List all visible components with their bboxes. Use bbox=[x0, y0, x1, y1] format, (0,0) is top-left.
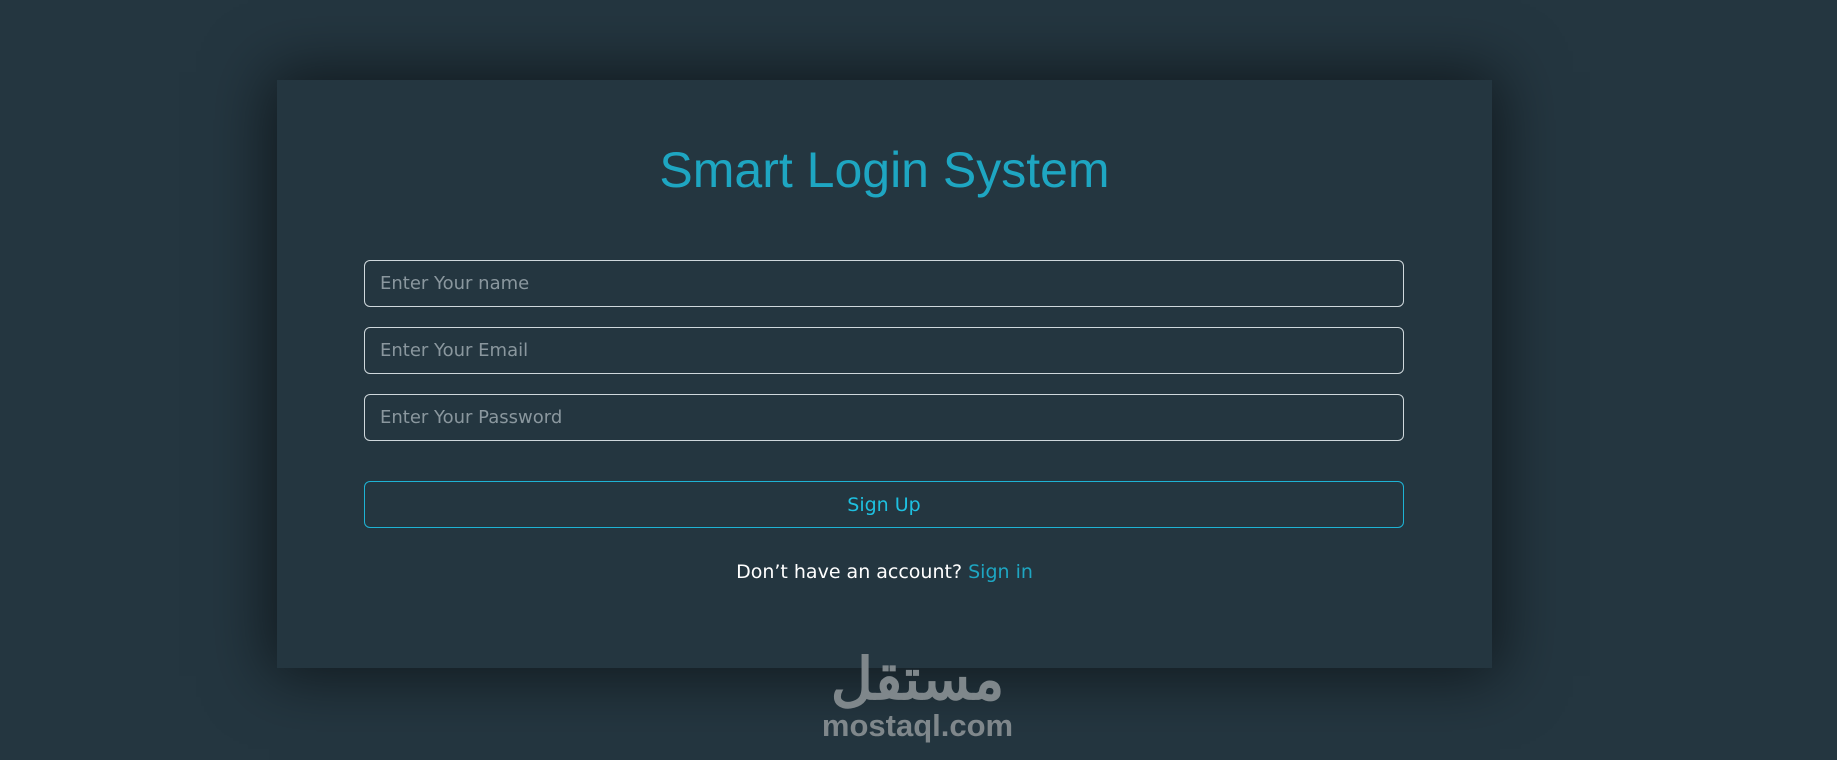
signup-card: Smart Login System Sign Up Don’t have an… bbox=[277, 80, 1492, 668]
signin-prompt: Don’t have an account? Sign in bbox=[277, 561, 1492, 583]
sign-in-link[interactable]: Sign in bbox=[968, 561, 1033, 583]
password-input[interactable] bbox=[364, 394, 1404, 441]
signin-prompt-text: Don’t have an account? bbox=[736, 561, 963, 583]
mostaql-watermark-logo: مستقل mostaql.com bbox=[810, 650, 1025, 742]
email-input[interactable] bbox=[364, 327, 1404, 374]
page-title: Smart Login System bbox=[659, 142, 1110, 198]
sign-up-button[interactable]: Sign Up bbox=[364, 481, 1404, 528]
watermark-arabic: مستقل bbox=[830, 647, 1005, 712]
name-input[interactable] bbox=[364, 260, 1404, 307]
watermark-latin: mostaql.com bbox=[821, 708, 1014, 743]
